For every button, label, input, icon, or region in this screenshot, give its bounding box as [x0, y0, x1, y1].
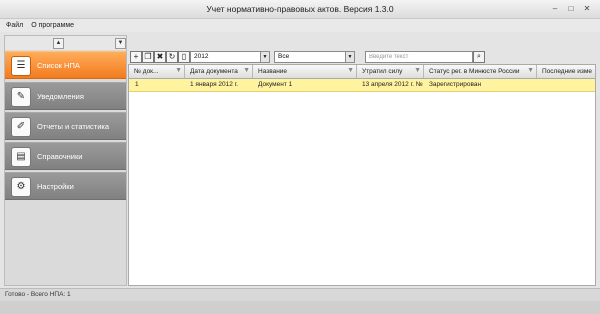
search-input[interactable]: [365, 51, 473, 63]
filter-icon[interactable]: ▼: [243, 67, 250, 74]
search-icon[interactable]: ⌕: [473, 51, 485, 63]
notification-icon: ✎: [11, 87, 31, 107]
report-icon: ✐: [11, 117, 31, 137]
column-header-name[interactable]: Название ▼: [253, 65, 357, 78]
delete-icon[interactable]: ✖: [154, 51, 166, 63]
close-button[interactable]: ✕: [582, 4, 592, 14]
year-select[interactable]: 2012 ▼: [190, 51, 270, 63]
sidebar-item-label: Справочники: [37, 152, 83, 161]
bottom-strip: [0, 301, 600, 314]
table-header: № док... ▼ Дата документа ▼ Название ▼ У…: [129, 65, 595, 79]
print-icon[interactable]: ▯: [178, 51, 190, 63]
refresh-icon[interactable]: ↻: [166, 51, 178, 63]
window-title: Учет нормативно-правовых актов. Версия 1…: [206, 4, 394, 14]
gears-icon: ⚙: [11, 177, 31, 197]
column-header-lost-force[interactable]: Утратил силу ▼: [357, 65, 424, 78]
copy-icon[interactable]: ❐: [142, 51, 154, 63]
sidebar-item-reports[interactable]: ✐ Отчеты и статистика: [5, 112, 126, 140]
window-controls: – □ ✕: [550, 4, 592, 14]
table-row[interactable]: 1 1 января 2012 г. Документ 1 13 апреля …: [129, 79, 595, 92]
collapse-down-icon[interactable]: ▼: [115, 38, 126, 49]
filter-icon[interactable]: ▼: [347, 67, 354, 74]
cell-status: Зарегистрирован: [429, 81, 482, 88]
cell-lost-force: 13 апреля 2012 г. №: [362, 81, 423, 88]
collapse-up-icon[interactable]: ▲: [53, 38, 64, 49]
column-header-status[interactable]: Статус рег. в Минюсте России ▼: [424, 65, 537, 78]
document-list-icon: ☰: [11, 56, 31, 76]
chevron-down-icon[interactable]: ▼: [260, 52, 269, 62]
sidebar-item-label: Уведомления: [37, 92, 84, 101]
app-window: Учет нормативно-правовых актов. Версия 1…: [0, 0, 600, 314]
sidebar-item-label: Список НПА: [37, 61, 80, 70]
sidebar-item-label: Отчеты и статистика: [37, 122, 110, 131]
status-select[interactable]: Все ▼: [274, 51, 355, 63]
sidebar-item-label: Настройки: [37, 182, 74, 191]
sidebar-item-notifications[interactable]: ✎ Уведомления: [5, 82, 126, 110]
title-bar: Учет нормативно-правовых актов. Версия 1…: [0, 0, 600, 19]
sidebar-item-npa-list[interactable]: ☰ Список НПА: [5, 51, 126, 79]
filter-icon[interactable]: ▼: [175, 67, 182, 74]
status-text: Готово - Всего НПА: 1: [5, 291, 71, 298]
filter-icon[interactable]: ▼: [414, 67, 421, 74]
menu-file[interactable]: Файл: [6, 19, 23, 32]
column-header-date[interactable]: Дата документа ▼: [185, 65, 253, 78]
menu-about[interactable]: О программе: [31, 19, 74, 32]
add-icon[interactable]: +: [130, 51, 142, 63]
npa-table: № док... ▼ Дата документа ▼ Название ▼ У…: [128, 64, 596, 286]
year-select-value: 2012: [194, 53, 209, 60]
minimize-button[interactable]: –: [550, 4, 560, 14]
filter-icon[interactable]: ▼: [527, 67, 534, 74]
column-header-number[interactable]: № док... ▼: [129, 65, 185, 78]
sidebar-item-settings[interactable]: ⚙ Настройки: [5, 172, 126, 200]
sidebar-tools: ▲ ▼: [5, 36, 126, 50]
sidebar: ▲ ▼ ☰ Список НПА ✎ Уведомления ✐ Отчеты …: [4, 35, 127, 286]
status-bar: Готово - Всего НПА: 1: [0, 288, 600, 301]
menu-bar: Файл О программе: [0, 19, 600, 32]
cell-date: 1 января 2012 г.: [190, 81, 239, 88]
column-header-last-change[interactable]: Последние изме: [537, 65, 595, 78]
maximize-button[interactable]: □: [566, 4, 576, 14]
cell-number: 1: [135, 81, 139, 88]
chevron-down-icon[interactable]: ▼: [345, 52, 354, 62]
sidebar-item-directories[interactable]: ▤ Справочники: [5, 142, 126, 170]
cell-name: Документ 1: [258, 81, 293, 88]
book-icon: ▤: [11, 147, 31, 167]
status-select-value: Все: [278, 53, 290, 60]
grid-toolbar: + ❐ ✖ ↻ ▯ 2012 ▼ Все ▼ ⌕: [128, 50, 596, 64]
